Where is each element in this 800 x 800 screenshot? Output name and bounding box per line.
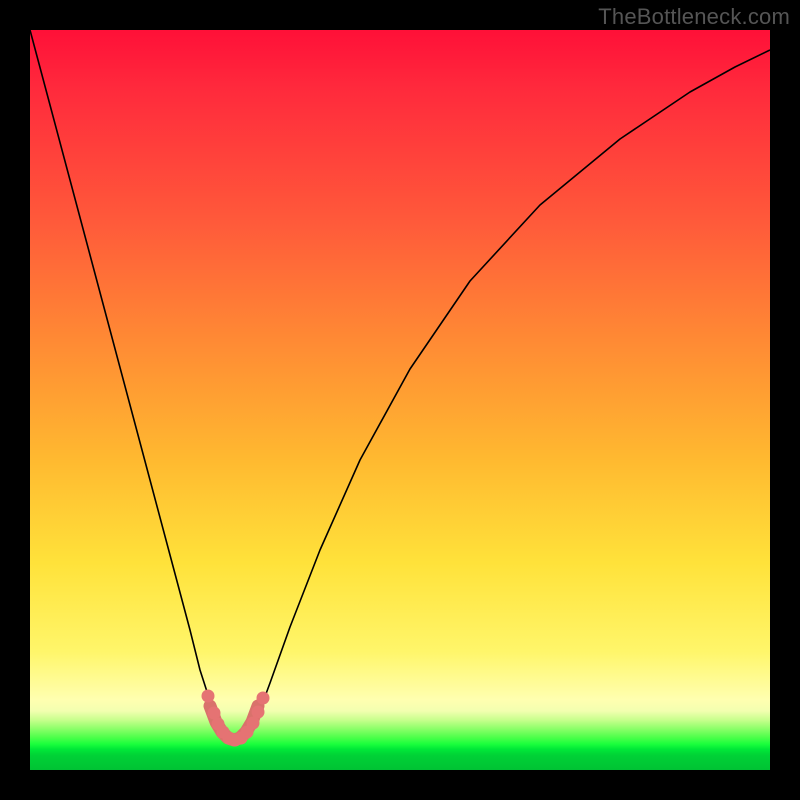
highlight-dot (257, 692, 270, 705)
chart-svg (30, 30, 770, 770)
highlight-dot (252, 706, 265, 719)
highlight-dot (202, 690, 215, 703)
watermark-text: TheBottleneck.com (598, 4, 790, 30)
plot-area (30, 30, 770, 770)
chart-frame: TheBottleneck.com (0, 0, 800, 800)
curve-line (30, 30, 770, 741)
highlight-dots (202, 690, 270, 747)
